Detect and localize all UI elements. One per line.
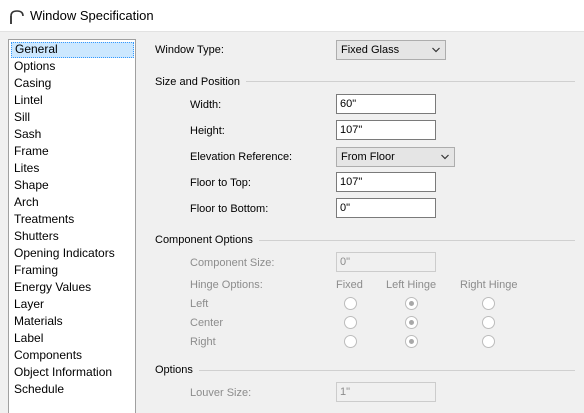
row-right-label: Right bbox=[190, 336, 216, 348]
radio-center-left-hinge[interactable] bbox=[405, 316, 418, 329]
arch-window-icon bbox=[10, 10, 24, 24]
sidebar-item-lites[interactable]: Lites bbox=[11, 161, 134, 177]
sidebar-item-treatments[interactable]: Treatments bbox=[11, 212, 134, 228]
window-type-value: Fixed Glass bbox=[341, 44, 400, 56]
sidebar-item-materials[interactable]: Materials bbox=[11, 314, 134, 330]
sidebar-item-frame[interactable]: Frame bbox=[11, 144, 134, 160]
column-left-hinge-label: Left Hinge bbox=[386, 279, 437, 291]
louver-size-input[interactable]: 1" bbox=[336, 382, 436, 402]
floor-to-bottom-label: Floor to Bottom: bbox=[190, 203, 269, 215]
elevation-reference-value: From Floor bbox=[341, 151, 395, 163]
column-right-hinge-label: Right Hinge bbox=[460, 279, 518, 291]
options-section-heading: Options bbox=[155, 363, 199, 377]
window-type-select[interactable]: Fixed Glass bbox=[336, 40, 446, 60]
title-bar: Window Specification bbox=[0, 0, 584, 32]
sidebar-item-arch[interactable]: Arch bbox=[11, 195, 134, 211]
width-label: Width: bbox=[190, 99, 222, 111]
sidebar-item-label[interactable]: Label bbox=[11, 331, 134, 347]
radio-right-right-hinge[interactable] bbox=[482, 335, 495, 348]
component-size-label: Component Size: bbox=[190, 257, 275, 269]
radio-right-fixed[interactable] bbox=[344, 335, 357, 348]
sidebar-item-components[interactable]: Components bbox=[11, 348, 134, 364]
sidebar-item-schedule[interactable]: Schedule bbox=[11, 382, 134, 398]
sidebar-item-lintel[interactable]: Lintel bbox=[11, 93, 134, 109]
radio-left-fixed[interactable] bbox=[344, 297, 357, 310]
floor-to-bottom-input[interactable]: 0" bbox=[336, 198, 436, 218]
radio-right-left-hinge[interactable] bbox=[405, 335, 418, 348]
hinge-options-label: Hinge Options: bbox=[190, 279, 263, 291]
sidebar-item-casing[interactable]: Casing bbox=[11, 76, 134, 92]
width-input[interactable]: 60" bbox=[336, 94, 436, 114]
chevron-down-icon bbox=[441, 154, 449, 160]
louver-size-label: Louver Size: bbox=[190, 387, 252, 399]
column-fixed-label: Fixed bbox=[336, 279, 363, 291]
height-label: Height: bbox=[190, 125, 225, 137]
radio-left-left-hinge[interactable] bbox=[405, 297, 418, 310]
component-size-input[interactable]: 0" bbox=[336, 252, 436, 272]
floor-to-top-label: Floor to Top: bbox=[190, 177, 251, 189]
sidebar-item-energy-values[interactable]: Energy Values bbox=[11, 280, 134, 296]
radio-center-right-hinge[interactable] bbox=[482, 316, 495, 329]
chevron-down-icon bbox=[432, 47, 440, 53]
sidebar-item-sill[interactable]: Sill bbox=[11, 110, 134, 126]
sidebar-item-sash[interactable]: Sash bbox=[11, 127, 134, 143]
sidebar-item-shape[interactable]: Shape bbox=[11, 178, 134, 194]
sidebar-item-options[interactable]: Options bbox=[11, 59, 134, 75]
category-list[interactable]: General Options Casing Lintel Sill Sash … bbox=[8, 39, 136, 413]
radio-left-right-hinge[interactable] bbox=[482, 297, 495, 310]
sidebar-item-layer[interactable]: Layer bbox=[11, 297, 134, 313]
sidebar-item-object-information[interactable]: Object Information bbox=[11, 365, 134, 381]
window-title: Window Specification bbox=[30, 8, 154, 23]
row-left-label: Left bbox=[190, 298, 209, 310]
row-center-label: Center bbox=[190, 317, 224, 329]
sidebar-item-opening-indicators[interactable]: Opening Indicators bbox=[11, 246, 134, 262]
options-section-divider bbox=[155, 370, 575, 371]
floor-to-top-input[interactable]: 107" bbox=[336, 172, 436, 192]
elevation-reference-select[interactable]: From Floor bbox=[336, 147, 455, 167]
height-input[interactable]: 107" bbox=[336, 120, 436, 140]
sidebar-item-general[interactable]: General bbox=[11, 42, 134, 58]
window-type-label: Window Type: bbox=[155, 44, 224, 56]
sidebar-item-shutters[interactable]: Shutters bbox=[11, 229, 134, 245]
sidebar-item-framing[interactable]: Framing bbox=[11, 263, 134, 279]
radio-center-fixed[interactable] bbox=[344, 316, 357, 329]
component-section-heading: Component Options bbox=[155, 233, 259, 247]
size-section-heading: Size and Position bbox=[155, 75, 246, 89]
elevation-reference-label: Elevation Reference: bbox=[190, 151, 293, 163]
